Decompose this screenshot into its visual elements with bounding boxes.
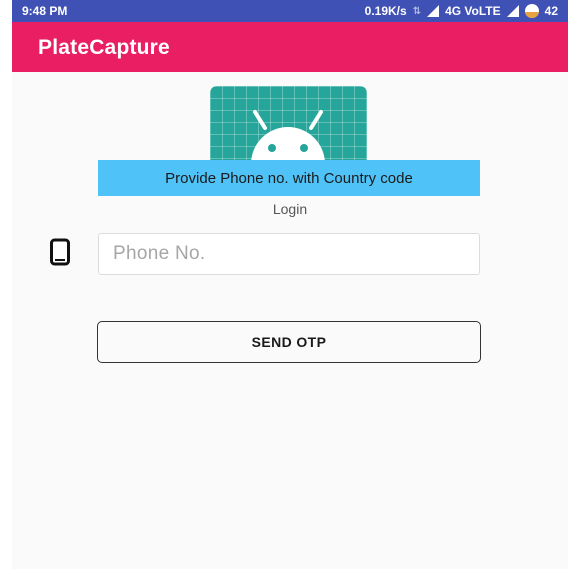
signal-icon xyxy=(427,5,440,17)
smartphone-icon xyxy=(50,238,70,266)
login-label: Login xyxy=(272,201,308,217)
app-screen: 9:48 PM 0.19K/s ⇅ 4G VoLTE 42 PlateCaptu… xyxy=(12,0,568,569)
app-bar: PlateCapture xyxy=(12,22,568,72)
android-logo-icon xyxy=(210,86,367,171)
send-otp-button[interactable]: SEND OTP xyxy=(97,321,481,363)
network-speed: 0.19K/s xyxy=(364,4,407,18)
phone-number-input[interactable] xyxy=(98,233,480,275)
status-indicators: 0.19K/s ⇅ 4G VoLTE 42 xyxy=(365,4,558,18)
toast-text: Provide Phone no. with Country code xyxy=(165,169,413,187)
app-title: PlateCapture xyxy=(38,36,170,59)
signal-icon-2 xyxy=(506,5,519,17)
network-type: 4G VoLTE xyxy=(445,4,501,18)
battery-level: 42 xyxy=(544,4,558,18)
battery-icon xyxy=(524,4,539,18)
toast-message: Provide Phone no. with Country code xyxy=(98,160,480,196)
status-bar: 9:48 PM 0.19K/s ⇅ 4G VoLTE 42 xyxy=(12,0,568,22)
status-time: 9:48 PM xyxy=(22,4,68,18)
data-arrows-icon: ⇅ xyxy=(412,5,422,17)
